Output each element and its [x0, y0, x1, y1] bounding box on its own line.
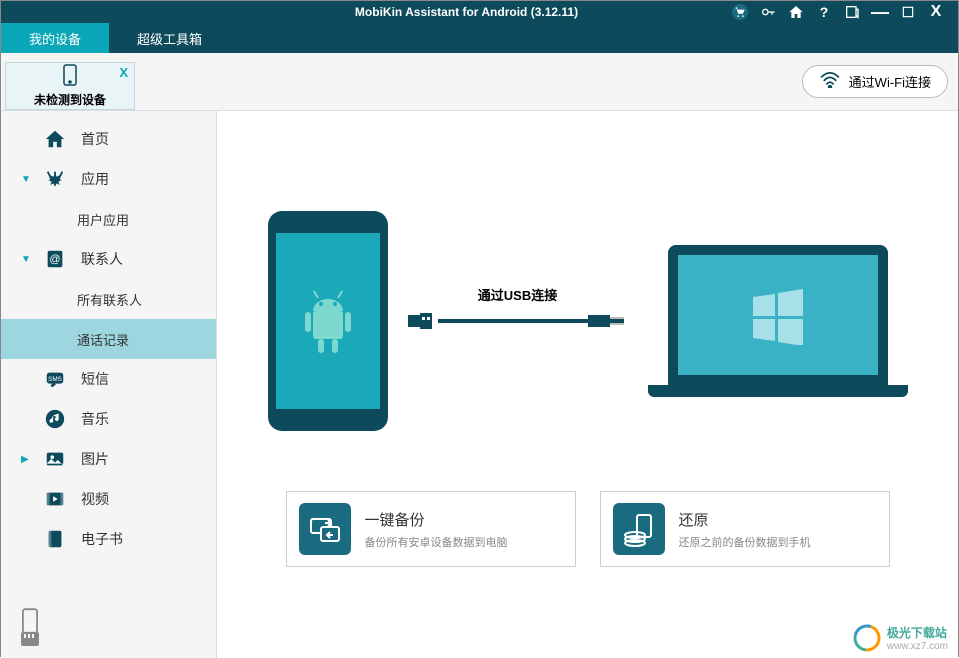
internal-storage-icon[interactable] — [21, 608, 41, 622]
restore-desc: 还原之前的备份数据到手机 — [679, 534, 811, 550]
sidebar-item-home[interactable]: 首页 — [1, 119, 216, 159]
phone-icon — [63, 64, 77, 91]
device-tab-close-icon[interactable]: X — [119, 65, 128, 80]
sidebar-label: 电子书 — [81, 529, 123, 549]
device-tab-label: 未检测到设备 — [34, 91, 106, 108]
sidebar-label: 应用 — [81, 169, 109, 189]
wifi-connect-button[interactable]: 通过Wi-Fi连接 — [802, 65, 948, 98]
wifi-button-label: 通过Wi-Fi连接 — [849, 72, 931, 91]
restore-card[interactable]: 还原 还原之前的备份数据到手机 — [600, 491, 890, 567]
chevron-down-icon: ▼ — [21, 174, 29, 185]
maximize-icon[interactable] — [900, 4, 916, 20]
sidebar-label: 音乐 — [81, 409, 109, 429]
chevron-down-icon: ▼ — [21, 254, 29, 265]
sms-nav-icon: SMS — [43, 367, 67, 391]
feedback-icon[interactable] — [844, 4, 860, 20]
svg-text:SMS: SMS — [48, 376, 62, 383]
home-nav-icon — [43, 127, 67, 151]
sidebar-label: 视频 — [81, 489, 109, 509]
device-tab[interactable]: X 未检测到设备 — [5, 62, 135, 110]
chevron-right-icon: ▶ — [21, 454, 29, 465]
wifi-icon — [819, 72, 841, 91]
sidebar-label: 首页 — [81, 129, 109, 149]
tab-super-toolkit[interactable]: 超级工具箱 — [109, 23, 230, 53]
contacts-nav-icon: @ — [43, 247, 67, 271]
sidebar-item-call-logs[interactable]: 通话记录 — [1, 319, 216, 359]
sidebar-label: 用户应用 — [77, 210, 129, 229]
sidebar-item-all-contacts[interactable]: 所有联系人 — [1, 279, 216, 319]
phone-illustration — [268, 211, 388, 431]
backup-icon — [299, 503, 351, 555]
svg-text:@: @ — [49, 254, 60, 266]
watermark-name: 极光下载站 — [887, 626, 947, 640]
watermark-url: www.xz7.com — [887, 641, 948, 652]
sidebar-label: 图片 — [81, 449, 109, 469]
help-icon[interactable]: ? — [816, 4, 832, 20]
videos-nav-icon — [43, 487, 67, 511]
backup-title: 一键备份 — [365, 509, 508, 530]
sidebar-item-contacts[interactable]: ▼ @ 联系人 — [1, 239, 216, 279]
cart-icon[interactable] — [732, 4, 748, 20]
sidebar-label: 通话记录 — [77, 330, 129, 349]
backup-desc: 备份所有安卓设备数据到电脑 — [365, 534, 508, 550]
sidebar-item-music[interactable]: 音乐 — [1, 399, 216, 439]
apps-nav-icon — [43, 167, 67, 191]
laptop-illustration — [648, 245, 908, 397]
watermark-logo-icon — [853, 624, 881, 652]
key-icon[interactable] — [760, 4, 776, 20]
sidebar-item-sms[interactable]: SMS 短信 — [1, 359, 216, 399]
android-icon — [298, 286, 358, 356]
sidebar-label: 短信 — [81, 369, 109, 389]
windows-icon — [748, 285, 808, 345]
music-nav-icon — [43, 407, 67, 431]
app-title: MobiKin Assistant for Android (3.12.11) — [201, 5, 732, 19]
sidebar-item-user-apps[interactable]: 用户应用 — [1, 199, 216, 239]
usb-label: 通过USB连接 — [478, 285, 557, 304]
sidebar-label: 联系人 — [81, 249, 123, 269]
ebooks-nav-icon — [43, 527, 67, 551]
sidebar-label: 所有联系人 — [77, 290, 142, 309]
backup-card[interactable]: 一键备份 备份所有安卓设备数据到电脑 — [286, 491, 576, 567]
restore-title: 还原 — [679, 509, 811, 530]
sidebar-item-photos[interactable]: ▶ 图片 — [1, 439, 216, 479]
sidebar-item-ebooks[interactable]: 电子书 — [1, 519, 216, 559]
usb-cable-illustration: 通过USB连接 — [408, 309, 628, 333]
sidebar-item-apps[interactable]: ▼ 应用 — [1, 159, 216, 199]
watermark: 极光下载站 www.xz7.com — [853, 624, 948, 652]
tab-my-device[interactable]: 我的设备 — [1, 23, 109, 53]
close-icon[interactable]: X — [928, 4, 944, 20]
photos-nav-icon — [43, 447, 67, 471]
restore-icon — [613, 503, 665, 555]
home-icon[interactable] — [788, 4, 804, 20]
sd-card-icon[interactable] — [21, 632, 41, 646]
minimize-icon[interactable]: — — [872, 4, 888, 20]
sidebar-item-videos[interactable]: 视频 — [1, 479, 216, 519]
